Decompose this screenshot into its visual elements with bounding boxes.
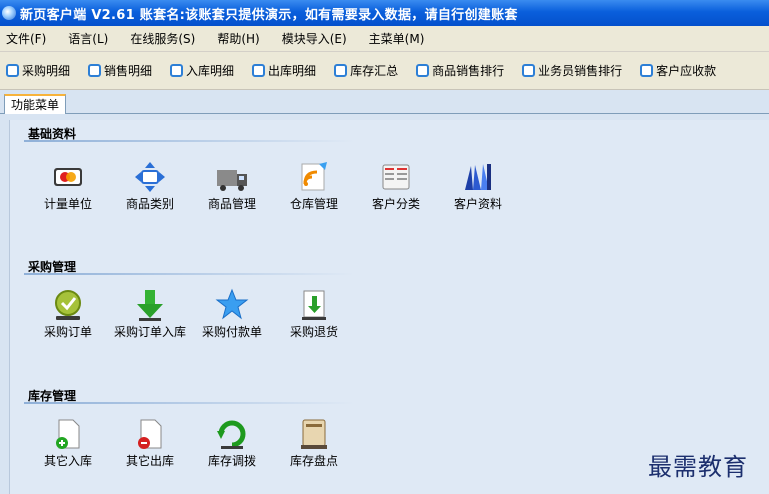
tile-label: 客户分类: [371, 197, 420, 211]
return-doc-icon: [297, 288, 331, 322]
check-icon: [51, 288, 85, 322]
section-divider: [24, 273, 354, 275]
tile-label: 客户资料: [453, 197, 502, 211]
quick-toolbar: 采购明细 销售明细 入库明细 出库明细 库存汇总 商品销售排行 业务员销售排行 …: [0, 52, 769, 90]
tile-label: 其它出库: [125, 454, 174, 468]
menu-main[interactable]: 主菜单(M): [369, 30, 425, 47]
doc-minus-icon: [133, 417, 167, 451]
menu-bar: 文件(F) 语言(L) 在线服务(S) 帮助(H) 模块导入(E) 主菜单(M): [0, 26, 769, 52]
title-bar[interactable]: 新页客户端 V2.61 账套名:该账套只提供演示，如有需要录入数据，请自行创建账…: [0, 0, 769, 26]
menu-file[interactable]: 文件(F): [6, 30, 46, 47]
customer-category-icon: [379, 160, 413, 194]
report-icon: [170, 64, 184, 77]
menu-language[interactable]: 语言(L): [68, 30, 108, 47]
report-icon: [334, 64, 348, 77]
truck-icon: [215, 160, 249, 194]
doc-plus-icon: [51, 417, 85, 451]
app-icon: [2, 6, 16, 20]
down-arrow-icon: [133, 288, 167, 322]
tile-label: 商品管理: [207, 197, 256, 211]
tile-purchase-order[interactable]: 采购订单: [28, 288, 108, 339]
unit-icon: [51, 160, 85, 194]
menu-module-import[interactable]: 模块导入(E): [282, 30, 347, 47]
tile-label: 其它入库: [43, 454, 92, 468]
refresh-icon: [215, 417, 249, 451]
tile-label: 商品类别: [125, 197, 174, 211]
report-icon: [522, 64, 536, 77]
customer-data-icon: [461, 160, 495, 194]
tab-function-menu[interactable]: 功能菜单: [4, 94, 67, 115]
tile-warehouse[interactable]: 仓库管理: [274, 160, 354, 211]
tile-label: 采购订单: [43, 325, 92, 339]
toolbar-outbound-detail[interactable]: 出库明细: [252, 62, 316, 79]
toolbar-product-sales-rank[interactable]: 商品销售排行: [416, 62, 504, 79]
star-icon: [215, 288, 249, 322]
menu-help[interactable]: 帮助(H): [217, 30, 259, 47]
toolbar-salesperson-rank[interactable]: 业务员销售排行: [522, 62, 622, 79]
tile-purchase-return[interactable]: 采购退货: [274, 288, 354, 339]
tile-label: 库存调拨: [207, 454, 256, 468]
tile-customer-category[interactable]: 客户分类: [356, 160, 436, 211]
report-icon: [252, 64, 266, 77]
function-menu-panel: 基础资料 计量单位 商品类别 商品管理 仓库管理 客户分类 客户资料 采购管理 …: [0, 114, 769, 494]
tile-customer-data[interactable]: 客户资料: [438, 160, 518, 211]
category-icon: [133, 160, 167, 194]
tile-inventory-count[interactable]: 库存盘点: [274, 417, 354, 468]
section-divider: [24, 140, 354, 142]
tile-product[interactable]: 商品管理: [192, 160, 272, 211]
report-icon: [6, 64, 19, 77]
tile-purchase-payment[interactable]: 采购付款单: [192, 288, 272, 339]
tile-purchase-order-inbound[interactable]: 采购订单入库: [110, 288, 190, 339]
section-divider: [24, 402, 354, 404]
tile-category[interactable]: 商品类别: [110, 160, 190, 211]
tab-strip: 功能菜单: [0, 90, 769, 115]
warehouse-icon: [297, 160, 331, 194]
toolbar-inventory-summary[interactable]: 库存汇总: [334, 62, 398, 79]
tile-inventory-transfer[interactable]: 库存调拨: [192, 417, 272, 468]
tile-label: 采购退货: [289, 325, 338, 339]
tile-other-inbound[interactable]: 其它入库: [28, 417, 108, 468]
tile-label: 库存盘点: [289, 454, 338, 468]
toolbar-inbound-detail[interactable]: 入库明细: [170, 62, 234, 79]
toolbar-sales-detail[interactable]: 销售明细: [88, 62, 152, 79]
toolbar-customer-receivable[interactable]: 客户应收款: [640, 62, 716, 79]
tile-label: 采购付款单: [201, 325, 262, 339]
toolbar-purchase-detail[interactable]: 采购明细: [6, 62, 70, 79]
book-icon: [297, 417, 331, 451]
tile-label: 仓库管理: [289, 197, 338, 211]
tile-unit[interactable]: 计量单位: [28, 160, 108, 211]
watermark-text: 最需教育: [648, 453, 748, 481]
menu-content: 基础资料 计量单位 商品类别 商品管理 仓库管理 客户分类 客户资料 采购管理 …: [9, 120, 769, 494]
window-title: 新页客户端 V2.61 账套名:该账套只提供演示，如有需要录入数据，请自行创建账…: [20, 7, 518, 23]
menu-online-service[interactable]: 在线服务(S): [130, 30, 195, 47]
report-icon: [640, 64, 654, 77]
report-icon: [416, 64, 430, 77]
tile-label: 计量单位: [43, 197, 92, 211]
tile-label: 采购订单入库: [113, 325, 186, 339]
tile-other-outbound[interactable]: 其它出库: [110, 417, 190, 468]
report-icon: [88, 64, 102, 77]
